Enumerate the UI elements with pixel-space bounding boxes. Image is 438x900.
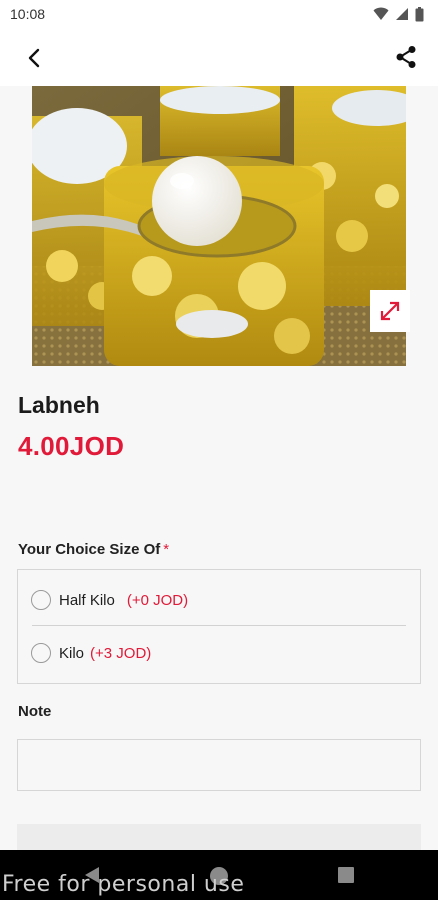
product-price: 4.00JOD bbox=[18, 431, 125, 461]
option-half-kilo[interactable]: Half Kilo (+0 JOD) bbox=[18, 572, 420, 628]
status-time: 10:08 bbox=[10, 6, 46, 22]
watermark: Free for personal use bbox=[2, 872, 245, 897]
option-extra-price: (+3 JOD) bbox=[90, 644, 152, 662]
nav-recents-icon[interactable] bbox=[338, 867, 354, 883]
option-kilo[interactable]: Kilo (+3 JOD) bbox=[18, 625, 420, 681]
size-options-group: Half Kilo (+0 JOD) Kilo (+3 JOD) bbox=[17, 569, 421, 684]
share-button[interactable] bbox=[392, 43, 420, 71]
product-image[interactable] bbox=[32, 86, 406, 366]
add-to-cart-bar[interactable] bbox=[17, 824, 421, 850]
option-name: Kilo bbox=[59, 644, 85, 662]
size-choice-label-text: Your Choice Size Of bbox=[18, 541, 161, 558]
battery-icon bbox=[415, 6, 424, 21]
note-label: Note bbox=[18, 703, 52, 720]
expand-icon bbox=[380, 301, 400, 321]
product-photo bbox=[32, 86, 406, 366]
cellular-signal-icon bbox=[396, 8, 408, 20]
required-mark: * bbox=[163, 541, 170, 558]
status-bar: 10:08 bbox=[0, 0, 438, 28]
product-title: Labneh bbox=[18, 392, 100, 418]
status-icons bbox=[373, 6, 424, 22]
wifi-icon bbox=[373, 7, 389, 20]
option-extra-price: (+0 JOD) bbox=[126, 591, 189, 609]
option-name: Half Kilo bbox=[59, 591, 115, 609]
radio-button[interactable] bbox=[31, 643, 51, 663]
expand-image-button[interactable] bbox=[370, 290, 410, 332]
back-button[interactable] bbox=[20, 44, 48, 72]
note-input[interactable] bbox=[17, 739, 421, 791]
size-choice-label: Your Choice Size Of * bbox=[18, 541, 169, 558]
radio-button[interactable] bbox=[31, 590, 51, 610]
chevron-left-icon bbox=[28, 48, 40, 68]
share-icon bbox=[396, 46, 416, 68]
app-bar bbox=[0, 28, 438, 86]
